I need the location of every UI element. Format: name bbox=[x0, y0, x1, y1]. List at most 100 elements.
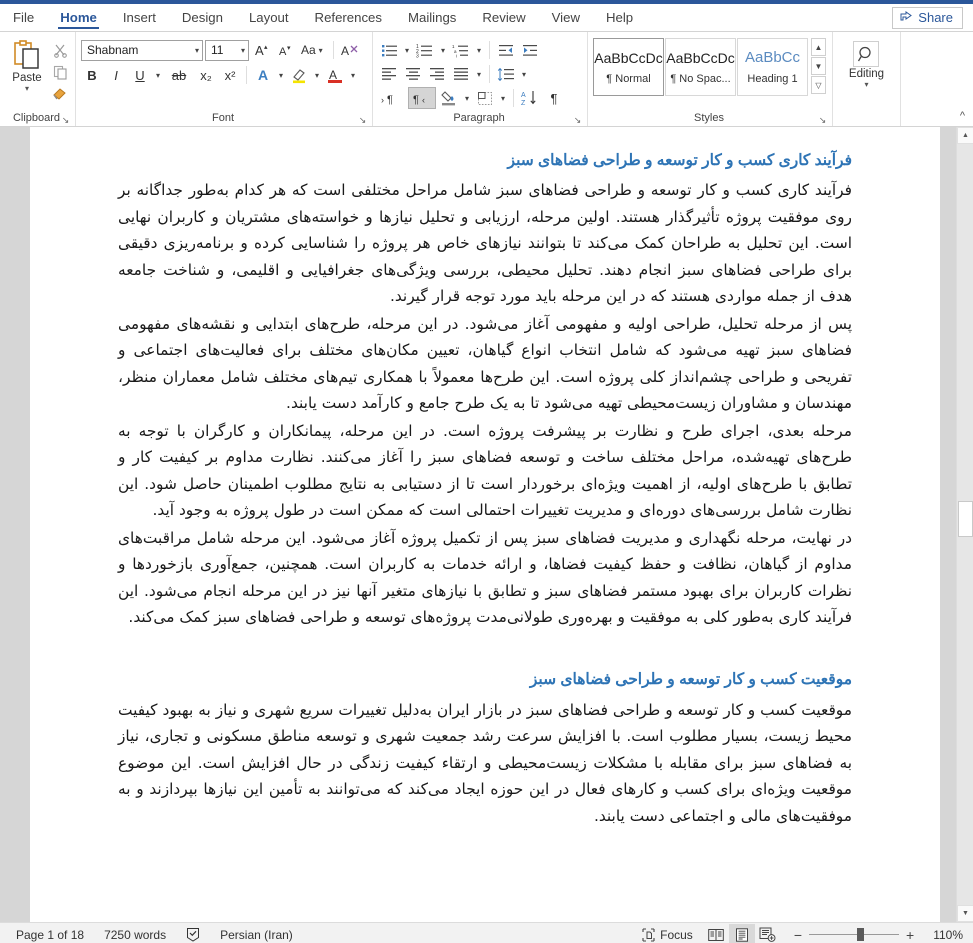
text-highlight-icon[interactable] bbox=[288, 64, 310, 86]
zoom-level[interactable]: 110% bbox=[927, 928, 967, 942]
subscript-button[interactable]: x₂ bbox=[195, 64, 217, 86]
share-button[interactable]: Share bbox=[892, 6, 963, 29]
sort-az-icon[interactable]: AZ bbox=[519, 87, 541, 109]
font-row-2: B I U ▾ ab x₂ x² A ▾ ▾ A ▾ bbox=[81, 64, 358, 86]
grow-font-icon[interactable]: A ▴ bbox=[251, 39, 273, 61]
style-item-no-spacing[interactable]: AaBbCcDc ¶ No Spac... bbox=[665, 38, 736, 96]
more-styles-icon[interactable]: ▽ bbox=[811, 76, 826, 94]
text-effects-label: A bbox=[257, 67, 269, 83]
paragraph-row-3: › ¶ ¶ ‹ ▾ ▾ AZ ¶ bbox=[378, 87, 565, 109]
underline-chevron-down-icon[interactable]: ▾ bbox=[153, 71, 163, 80]
paragraph-body: ▾ 123 ▾ 1ai ▾ ▾ ▾ › ¶ ¶ ‹ ▾ ▾ A Z ¶ bbox=[373, 35, 587, 111]
font-name-combo[interactable]: Shabnam ▾ bbox=[81, 39, 203, 61]
tab-file-label: File bbox=[13, 10, 35, 25]
language-indicator[interactable]: Persian (Iran) bbox=[210, 928, 303, 942]
align-center-icon[interactable] bbox=[402, 63, 424, 85]
shrink-font-icon[interactable]: A ▾ bbox=[275, 39, 297, 61]
bullets-icon[interactable] bbox=[378, 39, 400, 61]
justify-chevron-down-icon[interactable]: ▾ bbox=[474, 70, 484, 79]
multilevel-chevron-down-icon[interactable]: ▾ bbox=[474, 46, 484, 55]
text-effects-button[interactable]: A bbox=[252, 64, 274, 86]
font-group-label-row: Font ↘ bbox=[76, 111, 372, 126]
show-formatting-marks-icon[interactable]: ¶ bbox=[543, 87, 565, 109]
tab-file[interactable]: File bbox=[0, 4, 47, 31]
justify-icon[interactable] bbox=[450, 63, 472, 85]
editing-body: Editing ▾ bbox=[833, 35, 900, 111]
word-count[interactable]: 7250 words bbox=[94, 928, 176, 942]
style-item-heading-1[interactable]: AaBbCc Heading 1 bbox=[737, 38, 808, 96]
read-mode-icon[interactable] bbox=[703, 924, 729, 943]
highlight-chevron-down-icon[interactable]: ▾ bbox=[312, 71, 322, 80]
tab-insert[interactable]: Insert bbox=[110, 4, 169, 31]
line-spacing-chevron-down-icon[interactable]: ▾ bbox=[519, 70, 529, 79]
copy-icon[interactable] bbox=[50, 62, 70, 82]
text-effects-chevron-down-icon[interactable]: ▾ bbox=[276, 71, 286, 80]
paragraph-dialog-launcher-icon[interactable]: ↘ bbox=[573, 116, 582, 125]
scroll-up-icon[interactable]: ▲ bbox=[811, 38, 826, 56]
align-left-icon[interactable] bbox=[378, 63, 400, 85]
web-layout-icon[interactable] bbox=[755, 924, 781, 943]
print-layout-icon[interactable] bbox=[728, 923, 755, 943]
text-direction-rtl-icon[interactable]: ¶ ‹ bbox=[408, 87, 436, 109]
multilevel-list-icon[interactable]: 1ai bbox=[450, 39, 472, 61]
style-item-normal[interactable]: AaBbCcDc ¶ Normal bbox=[593, 38, 664, 96]
vertical-scroll-thumb[interactable] bbox=[958, 501, 973, 537]
tab-view[interactable]: View bbox=[539, 4, 593, 31]
editing-button[interactable]: Editing ▾ bbox=[849, 41, 884, 89]
document-page[interactable]: فرآیند کاری کسب و کار توسعه و طراحی فضاه… bbox=[30, 127, 940, 922]
borders-chevron-down-icon[interactable]: ▾ bbox=[498, 94, 508, 103]
paste-chevron-down-icon[interactable]: ▾ bbox=[25, 85, 29, 93]
tab-home-label: Home bbox=[60, 10, 97, 25]
font-name-value: Shabnam bbox=[87, 43, 139, 57]
strikethrough-button[interactable]: ab bbox=[165, 64, 193, 86]
bold-button[interactable]: B bbox=[81, 64, 103, 86]
tab-review[interactable]: Review bbox=[469, 4, 538, 31]
clear-formatting-icon[interactable]: A bbox=[339, 39, 361, 61]
editing-chevron-down-icon[interactable]: ▾ bbox=[864, 81, 868, 89]
shading-chevron-down-icon[interactable]: ▾ bbox=[462, 94, 472, 103]
scroll-down-icon[interactable]: ▼ bbox=[811, 57, 826, 75]
page-indicator[interactable]: Page 1 of 18 bbox=[6, 928, 94, 942]
paste-button[interactable]: Paste ▾ bbox=[6, 37, 48, 93]
line-spacing-icon[interactable] bbox=[495, 63, 517, 85]
font-color-button[interactable]: A bbox=[324, 64, 346, 86]
numbering-chevron-down-icon[interactable]: ▾ bbox=[438, 46, 448, 55]
zoom-in-button[interactable]: + bbox=[899, 927, 921, 943]
font-dialog-launcher-icon[interactable]: ↘ bbox=[358, 116, 367, 125]
focus-mode-button[interactable]: Focus bbox=[632, 928, 703, 942]
zoom-track[interactable] bbox=[809, 928, 899, 941]
scroll-down-arrow-icon[interactable]: ▼ bbox=[957, 905, 973, 922]
increase-indent-icon[interactable] bbox=[519, 39, 541, 61]
tab-design[interactable]: Design bbox=[169, 4, 236, 31]
font-size-combo[interactable]: 11 ▾ bbox=[205, 39, 249, 61]
zoom-out-button[interactable]: − bbox=[787, 927, 809, 943]
tab-home[interactable]: Home bbox=[47, 4, 110, 31]
change-case-button[interactable]: Aa ▾ bbox=[299, 39, 328, 61]
tab-layout[interactable]: Layout bbox=[236, 4, 302, 31]
scroll-up-arrow-icon[interactable]: ▲ bbox=[957, 127, 973, 144]
italic-button[interactable]: I bbox=[105, 64, 127, 86]
numbering-icon[interactable]: 123 bbox=[414, 39, 436, 61]
tab-references[interactable]: References bbox=[302, 4, 395, 31]
text-direction-ltr-icon[interactable]: › ¶ bbox=[378, 87, 406, 109]
scissors-icon[interactable] bbox=[50, 40, 70, 60]
zoom-slider[interactable]: − + bbox=[781, 927, 927, 943]
superscript-button[interactable]: x² bbox=[219, 64, 241, 86]
proofing-errors-icon[interactable] bbox=[176, 927, 210, 942]
collapse-ribbon-chevron-icon[interactable]: ^ bbox=[960, 110, 965, 122]
align-right-icon[interactable] bbox=[426, 63, 448, 85]
underline-button[interactable]: U bbox=[129, 64, 151, 86]
zoom-thumb[interactable] bbox=[857, 928, 864, 941]
style-name-no-spacing: ¶ No Spac... bbox=[670, 72, 731, 85]
tab-help[interactable]: Help bbox=[593, 4, 646, 31]
clipboard-dialog-launcher-icon[interactable]: ↘ bbox=[61, 116, 70, 125]
shading-icon[interactable] bbox=[438, 87, 460, 109]
bullets-chevron-down-icon[interactable]: ▾ bbox=[402, 46, 412, 55]
borders-icon[interactable] bbox=[474, 87, 496, 109]
tab-mailings[interactable]: Mailings bbox=[395, 4, 469, 31]
styles-dialog-launcher-icon[interactable]: ↘ bbox=[818, 116, 827, 125]
format-painter-brush-icon[interactable] bbox=[50, 84, 70, 104]
font-color-chevron-down-icon[interactable]: ▾ bbox=[348, 71, 358, 80]
decrease-indent-icon[interactable] bbox=[495, 39, 517, 61]
vertical-scrollbar[interactable]: ▲ ▼ bbox=[956, 127, 973, 922]
